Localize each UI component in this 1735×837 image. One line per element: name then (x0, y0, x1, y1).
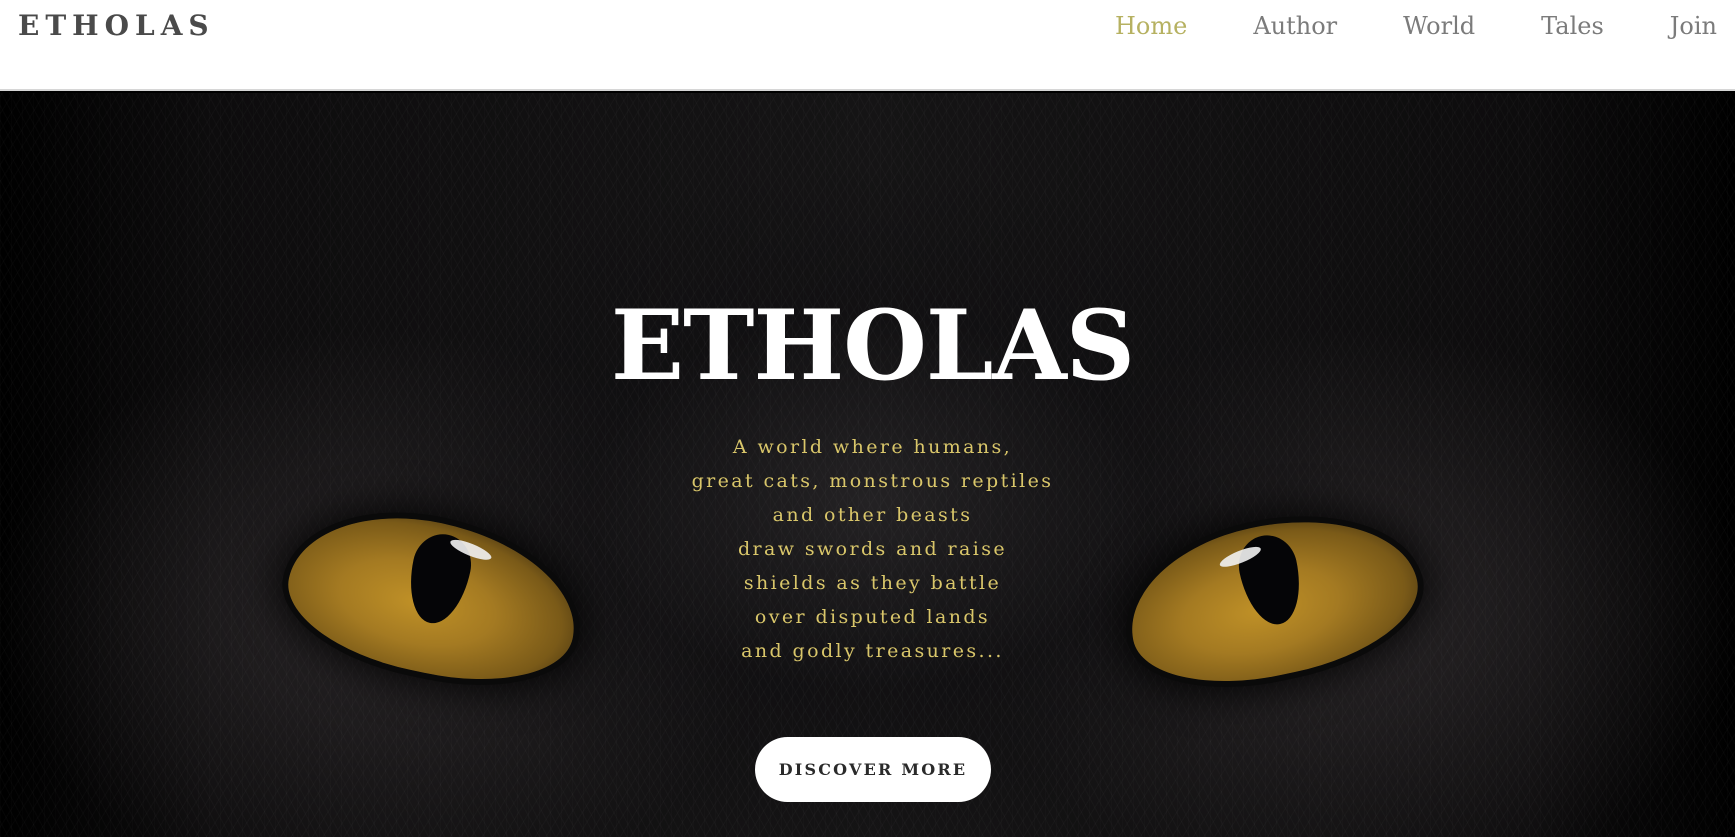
tagline-line: great cats, monstrous reptiles (691, 470, 1054, 492)
tagline-line: draw swords and raise (737, 538, 1007, 560)
nav-home[interactable]: Home (1115, 8, 1187, 44)
site-header: ETHOLAS Home Author World Tales Join (0, 0, 1735, 91)
nav-author[interactable]: Author (1253, 8, 1337, 44)
site-logo[interactable]: ETHOLAS (18, 8, 215, 44)
tagline-line: shields as they battle (743, 572, 1002, 594)
hero-title: ETHOLAS (610, 289, 1135, 402)
nav-tales[interactable]: Tales (1541, 8, 1604, 44)
tagline-line: over disputed lands (754, 606, 991, 628)
nav-world[interactable]: World (1403, 8, 1475, 44)
main-nav: Home Author World Tales Join (1049, 8, 1717, 44)
tagline-line: A world where humans, (732, 436, 1013, 458)
discover-more-button[interactable]: DISCOVER MORE (755, 737, 991, 802)
nav-join[interactable]: Join (1670, 8, 1717, 44)
tagline-line: and other beasts (772, 504, 973, 526)
hero-tagline: A world where humans, great cats, monstr… (0, 430, 1735, 668)
tagline-line: and godly treasures... (741, 640, 1004, 662)
